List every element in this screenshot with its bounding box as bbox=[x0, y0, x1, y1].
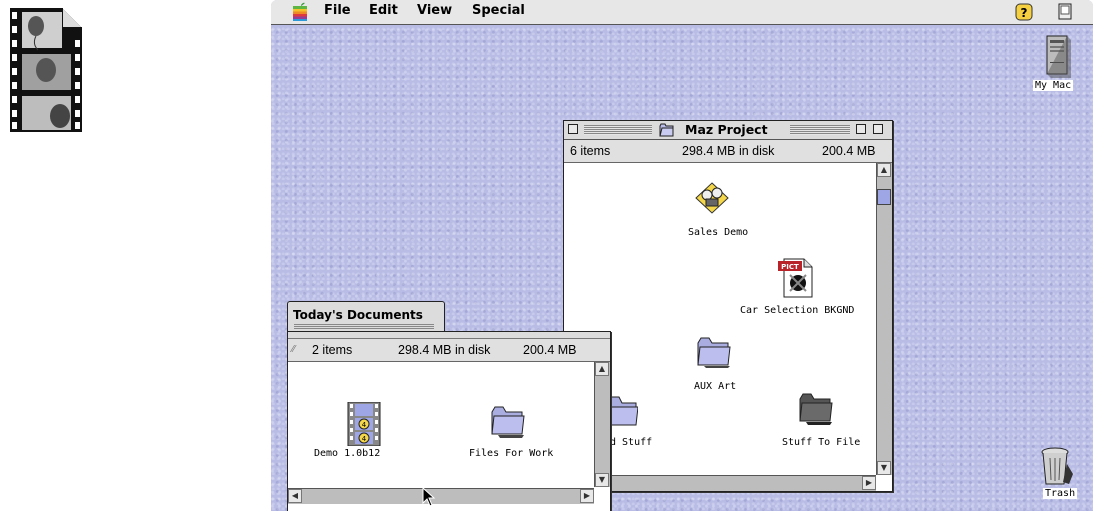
apple-rainbow-icon[interactable] bbox=[291, 2, 309, 21]
menu-edit[interactable]: Edit bbox=[369, 3, 398, 18]
folder-icon[interactable] bbox=[608, 393, 638, 429]
todays-documents-window[interactable]: ⁄⁄ 2 items 298.4 MB in disk 200.4 MB ▲ ▼… bbox=[287, 331, 611, 511]
svg-text:PICT: PICT bbox=[781, 263, 799, 271]
projector-app-icon[interactable] bbox=[694, 181, 730, 215]
folder-icon bbox=[659, 123, 674, 137]
svg-text:4: 4 bbox=[362, 435, 367, 443]
icon-label: Car Selection BKGND bbox=[740, 305, 855, 316]
available-space: 200.4 MB bbox=[822, 144, 876, 158]
scroll-down-arrow[interactable]: ▼ bbox=[595, 473, 609, 487]
scroll-thumb[interactable] bbox=[877, 189, 891, 205]
vertical-scrollbar[interactable]: ▲ ▼ bbox=[876, 163, 892, 475]
desktop-icon-label: My Mac bbox=[1033, 80, 1074, 91]
folder-icon[interactable] bbox=[490, 404, 526, 440]
desktop-icon-my-mac[interactable]: My Mac bbox=[1031, 34, 1087, 94]
zoom-box-button[interactable] bbox=[856, 124, 866, 134]
help-icon[interactable]: ? bbox=[1015, 3, 1033, 21]
film-strip-document-icon[interactable] bbox=[2, 4, 86, 134]
window-title: Maz Project bbox=[685, 122, 768, 137]
window-top-edge bbox=[288, 332, 610, 339]
resize-grip-icon: ⁄⁄ bbox=[292, 344, 296, 355]
desktop-icon-label: Trash bbox=[1043, 488, 1078, 499]
close-box-button[interactable] bbox=[568, 124, 578, 134]
tab-todays-documents[interactable]: Today's Documents bbox=[287, 301, 445, 332]
titlebar-stripes bbox=[584, 125, 652, 135]
icon-label: Files For Work bbox=[469, 448, 554, 459]
desktop-icon-trash[interactable]: Trash bbox=[1033, 444, 1083, 504]
menu-special[interactable]: Special bbox=[472, 3, 525, 18]
scroll-down-arrow[interactable]: ▼ bbox=[877, 461, 891, 475]
icon-label: Stuff To File bbox=[782, 437, 861, 448]
window-info-bar: ⁄⁄ 2 items 298.4 MB in disk 200.4 MB bbox=[288, 339, 610, 362]
window-titlebar[interactable]: Maz Project bbox=[564, 121, 892, 140]
icon-label: AUX Art bbox=[694, 381, 737, 392]
mac-desktop: File Edit View Special ? My Mac Trash Ma… bbox=[271, 0, 1093, 511]
item-count: 6 items bbox=[570, 144, 611, 158]
titlebar-stripes bbox=[790, 125, 850, 135]
trash-icon bbox=[1041, 447, 1073, 485]
mouse-pointer-icon bbox=[422, 487, 436, 507]
disk-usage: 298.4 MB in disk bbox=[682, 144, 775, 158]
scroll-right-arrow[interactable]: ▶ bbox=[862, 476, 876, 490]
pict-file-icon[interactable]: PICT bbox=[776, 255, 816, 299]
item-count: 2 items bbox=[312, 343, 353, 357]
icon-label: Sales Demo bbox=[688, 227, 749, 238]
available-space: 200.4 MB bbox=[523, 343, 577, 357]
svg-text:?: ? bbox=[1021, 6, 1028, 20]
window-info-bar: 6 items 298.4 MB in disk 200.4 MB bbox=[564, 140, 892, 163]
svg-text:4: 4 bbox=[362, 421, 367, 429]
maz-project-window[interactable]: Maz Project 6 items 298.4 MB in disk 200… bbox=[563, 120, 893, 492]
tab-stripes bbox=[294, 324, 434, 330]
menu-view[interactable]: View bbox=[417, 3, 452, 18]
icon-label: Demo 1.0b12 bbox=[314, 448, 381, 459]
scroll-left-arrow[interactable]: ◀ bbox=[288, 489, 302, 503]
scroll-up-arrow[interactable]: ▲ bbox=[595, 362, 609, 376]
scroll-up-arrow[interactable]: ▲ bbox=[877, 163, 891, 177]
dark-folder-icon[interactable] bbox=[798, 391, 834, 427]
application-menu-icon[interactable] bbox=[1057, 3, 1073, 21]
folder-icon[interactable] bbox=[696, 335, 732, 369]
disk-usage: 298.4 MB in disk bbox=[398, 343, 491, 357]
menu-file[interactable]: File bbox=[324, 3, 351, 18]
vertical-scrollbar[interactable]: ▲ ▼ bbox=[594, 362, 610, 487]
collapse-box-button[interactable] bbox=[873, 124, 883, 134]
horizontal-scrollbar[interactable]: ◀ ▶ bbox=[288, 488, 594, 504]
computer-icon bbox=[1046, 35, 1071, 78]
icon-label: d Stuff bbox=[610, 437, 653, 448]
tab-title: Today's Documents bbox=[293, 308, 423, 322]
movie-film-icon[interactable]: 4 4 bbox=[344, 402, 384, 446]
scroll-right-arrow[interactable]: ▶ bbox=[580, 489, 594, 503]
menu-bar: File Edit View Special ? bbox=[271, 0, 1093, 25]
